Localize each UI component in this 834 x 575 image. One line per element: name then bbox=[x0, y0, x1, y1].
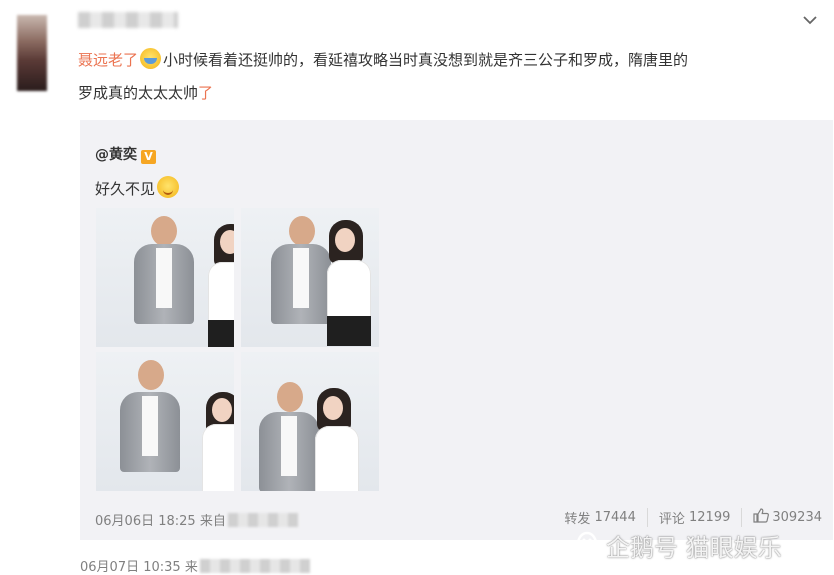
forward-button[interactable]: 转发 17444 bbox=[553, 508, 647, 527]
post-tag[interactable]: 聂远老了 bbox=[78, 51, 138, 69]
like-count: 309234 bbox=[772, 510, 822, 525]
like-button[interactable]: 309234 bbox=[741, 508, 833, 527]
repost-card: @黄奕 V 好久不见 06月06日 18:25 来自 转发 17444 评论 1… bbox=[80, 120, 833, 540]
repost-meta: 06月06日 18:25 来自 bbox=[95, 510, 298, 529]
thumbs-up-icon bbox=[753, 508, 770, 527]
post-text-2: 罗成真的太太太帅 bbox=[78, 84, 199, 102]
post-meta: 06月07日 10:35 来 bbox=[80, 556, 310, 575]
repost-stats: 转发 17444 评论 12199 309234 bbox=[553, 508, 833, 527]
post-text-1: 小时候看着还挺帅的，看延禧攻略当时真没想到就是齐三公子和罗成，隋唐里的 bbox=[163, 51, 689, 69]
photo-thumbnail-2[interactable] bbox=[241, 208, 379, 347]
penguin-icon bbox=[574, 529, 600, 563]
username-blurred[interactable] bbox=[78, 12, 178, 28]
photo-thumbnail-1[interactable] bbox=[96, 208, 234, 347]
repost-username[interactable]: @黄奕 bbox=[95, 147, 137, 163]
forward-count: 17444 bbox=[594, 510, 636, 525]
forward-label: 转发 bbox=[564, 512, 591, 527]
source-blurred[interactable] bbox=[227, 513, 298, 527]
post-time[interactable]: 06月07日 10:35 bbox=[80, 560, 181, 575]
repost-text: 好久不见 bbox=[95, 176, 181, 199]
repost-text-content: 好久不见 bbox=[95, 180, 156, 198]
comment-button[interactable]: 评论 12199 bbox=[646, 508, 742, 527]
repost-source-prefix: 来自 bbox=[199, 514, 226, 529]
watermark-text: 企鹅号 猫眼娱乐 bbox=[606, 534, 782, 562]
post-source-blurred[interactable] bbox=[199, 559, 310, 573]
photo-thumbnail-3[interactable] bbox=[96, 352, 234, 491]
comment-label: 评论 bbox=[658, 512, 685, 527]
watermark: 企鹅号 猫眼娱乐 bbox=[574, 528, 782, 563]
post-text: 聂远老了 小时候看着还挺帅的，看延禧攻略当时真没想到就是齐三公子和罗成，隋唐里的 … bbox=[78, 44, 818, 110]
chevron-down-icon[interactable] bbox=[800, 13, 820, 27]
laugh-emoji-icon bbox=[140, 48, 162, 69]
post-source-prefix: 来 bbox=[184, 560, 198, 575]
post-text-end: 了 bbox=[198, 84, 214, 102]
verified-badge-icon: V bbox=[141, 150, 156, 164]
photo-thumbnail-4[interactable] bbox=[241, 352, 379, 491]
repost-time[interactable]: 06月06日 18:25 bbox=[95, 514, 196, 529]
smile-emoji-icon bbox=[157, 176, 180, 198]
comment-count: 12199 bbox=[689, 510, 731, 525]
repost-user[interactable]: @黄奕 V bbox=[95, 144, 156, 164]
avatar[interactable] bbox=[17, 15, 47, 91]
